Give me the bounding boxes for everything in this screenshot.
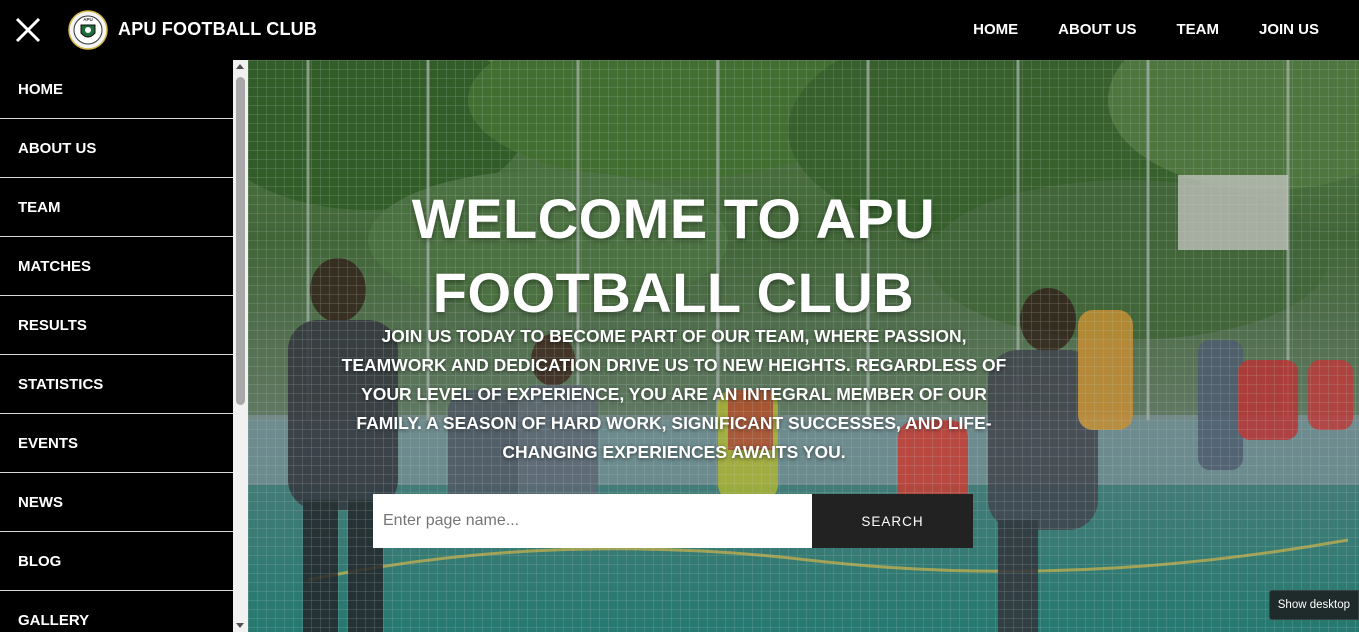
search-input[interactable] bbox=[373, 494, 812, 548]
sidebar-item-events[interactable]: EVENTS bbox=[0, 414, 233, 473]
sidebar-item-label: GALLERY bbox=[18, 611, 90, 629]
sidebar-item-news[interactable]: NEWS bbox=[0, 473, 233, 532]
brand-title[interactable]: APU FOOTBALL CLUB bbox=[118, 19, 317, 40]
sidebar-item-home[interactable]: HOME bbox=[0, 60, 233, 119]
hero-title: WELCOME TO APU FOOTBALL CLUB bbox=[248, 182, 1099, 330]
search-bar: SEARCH bbox=[373, 494, 973, 548]
sidebar-item-label: STATISTICS bbox=[18, 375, 104, 393]
close-icon[interactable] bbox=[14, 16, 42, 44]
top-navigation: HOME ABOUT US TEAM JOIN US bbox=[973, 21, 1319, 38]
hero-title-line2: FOOTBALL CLUB bbox=[432, 261, 915, 324]
topnav-about-link[interactable]: ABOUT US bbox=[1058, 21, 1136, 38]
sidebar-item-label: BLOG bbox=[18, 552, 62, 570]
search-button[interactable]: SEARCH bbox=[812, 494, 973, 548]
topnav-team-link[interactable]: TEAM bbox=[1176, 21, 1219, 38]
sidebar-menu: HOME ABOUT US TEAM MATCHES RESULTS STATI… bbox=[0, 60, 233, 632]
sidebar-item-results[interactable]: RESULTS bbox=[0, 296, 233, 355]
sidebar-item-label: MATCHES bbox=[18, 257, 92, 275]
hero-section: WELCOME TO APU FOOTBALL CLUB JOIN US TOD… bbox=[248, 60, 1359, 632]
sidebar-item-label: NEWS bbox=[18, 493, 63, 511]
show-desktop-tooltip[interactable]: Show desktop bbox=[1268, 590, 1359, 620]
scrollbar-thumb[interactable] bbox=[236, 77, 245, 405]
topnav-join-link[interactable]: JOIN US bbox=[1259, 21, 1319, 38]
sidebar-item-label: EVENTS bbox=[18, 434, 79, 452]
scroll-up-arrow-icon[interactable] bbox=[236, 64, 244, 69]
top-bar: APU APU FOOTBALL CLUB HOME ABOUT US TEAM… bbox=[0, 0, 1359, 60]
svg-text:APU: APU bbox=[83, 17, 93, 22]
hero-description: JOIN US TODAY TO BECOME PART OF OUR TEAM… bbox=[341, 326, 1007, 462]
sidebar-scrollbar[interactable] bbox=[233, 60, 248, 632]
sidebar-item-about[interactable]: ABOUT US bbox=[0, 119, 233, 178]
sidebar-item-label: ABOUT US bbox=[18, 139, 97, 157]
hero-title-line1: WELCOME TO APU bbox=[411, 187, 936, 250]
sidebar-item-label: RESULTS bbox=[18, 316, 87, 334]
sidebar-item-team[interactable]: TEAM bbox=[0, 178, 233, 237]
sidebar-item-label: TEAM bbox=[18, 198, 61, 216]
scroll-down-arrow-icon[interactable] bbox=[236, 623, 244, 628]
club-crest-logo[interactable]: APU bbox=[68, 10, 108, 50]
sidebar-item-blog[interactable]: BLOG bbox=[0, 532, 233, 591]
sidebar-item-matches[interactable]: MATCHES bbox=[0, 237, 233, 296]
sidebar-item-statistics[interactable]: STATISTICS bbox=[0, 355, 233, 414]
sidebar-item-gallery[interactable]: GALLERY bbox=[0, 591, 233, 632]
sidebar-item-label: HOME bbox=[18, 80, 63, 98]
topnav-home-link[interactable]: HOME bbox=[973, 21, 1018, 38]
